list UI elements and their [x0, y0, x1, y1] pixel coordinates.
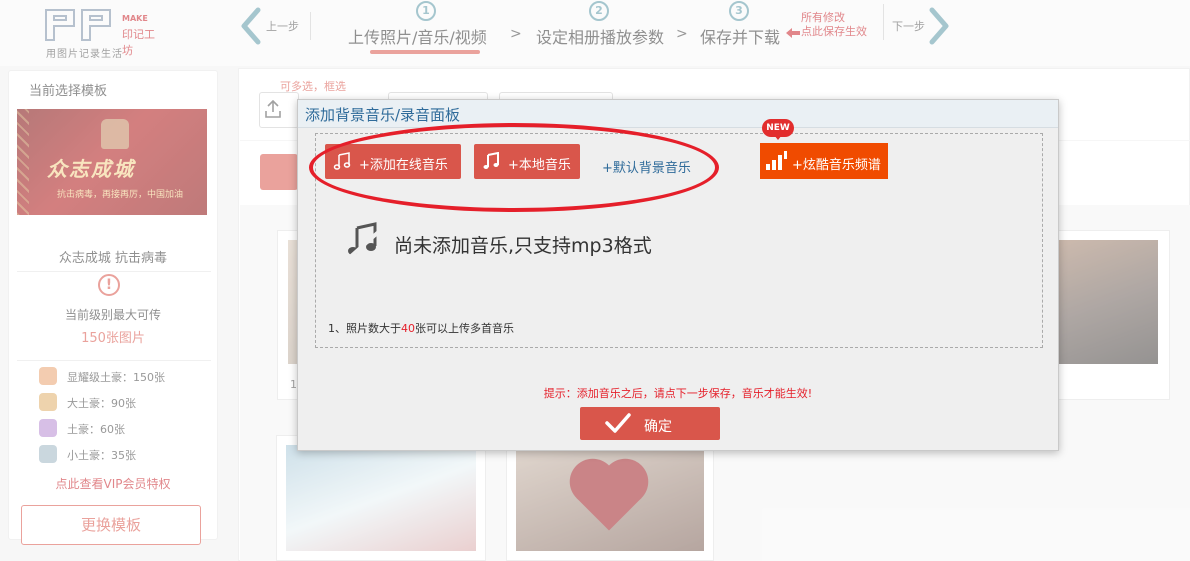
save-hint: 提示：添加音乐之后，请点下一步保存，音乐才能生效! [543, 387, 813, 400]
dialog-titlebar: 添加背景音乐/录音面板 [298, 100, 1058, 128]
tip-number: 40 [401, 322, 415, 335]
dialog-title: 添加背景音乐/录音面板 [305, 106, 461, 124]
signal-bars-icon [766, 151, 787, 170]
empty-music-text: 尚未添加音乐,只支持mp3格式 [394, 235, 652, 257]
music-tip: 1、照片数大于40张可以上传多首音乐 [328, 320, 514, 336]
tip-prefix: 1、照片数大于 [328, 322, 401, 335]
kuwo-spectrum-button[interactable]: +炫酷音乐频谱 [760, 143, 888, 179]
tip-suffix: 张可以上传多首音乐 [415, 322, 514, 335]
confirm-label: 确定 [644, 419, 672, 435]
kuwo-spectrum-label: +炫酷音乐频谱 [792, 158, 881, 173]
confirm-button[interactable]: 确定 [580, 407, 720, 440]
check-icon [605, 413, 631, 433]
music-panel-dialog: 添加背景音乐/录音面板 +添加在线音乐 +本地音乐 +默认背景音乐 NEW +炫… [297, 99, 1059, 451]
new-badge: NEW [762, 119, 794, 140]
annotation-ellipse [309, 123, 719, 212]
music-empty-icon [347, 222, 385, 260]
